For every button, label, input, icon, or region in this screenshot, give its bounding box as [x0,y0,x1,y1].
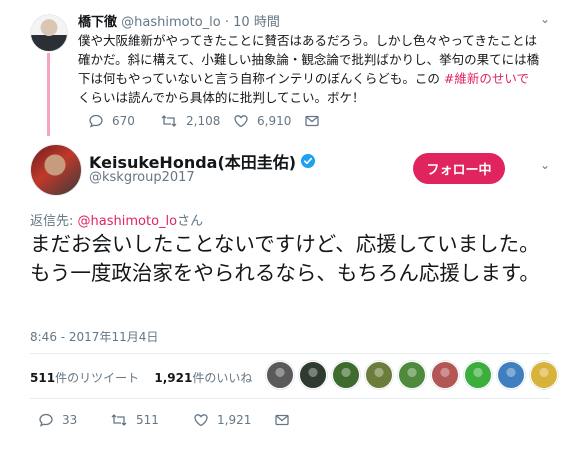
liker-avatar[interactable] [530,361,558,389]
reply-to-prefix: 返信先: [30,214,74,229]
reply-count: 670 [112,114,135,128]
hashtag-link[interactable]: #維新のせいで [444,71,529,86]
mention-link[interactable]: @hashimoto_lo [78,214,178,229]
liker-avatar[interactable] [266,361,294,389]
like-stat-label: 件のいいね [192,371,253,385]
message-action[interactable] [304,113,328,129]
liker-avatars [266,361,563,389]
like-count: 1,921 [217,413,252,427]
liker-avatar[interactable] [497,361,525,389]
heart-icon [194,414,208,427]
quoted-tweet-text: 僕や大阪維新がやってきたことに賛否はあるだろう。しかし色々やってきたことは確かだ… [78,31,548,107]
follow-button[interactable]: フォロー中 [413,153,505,184]
retweet-stat[interactable]: 511件のリツイート [30,371,139,385]
retweet-action[interactable]: 2,108 [160,113,220,129]
quoted-tweet-header: 橋下徹 @hashimoto_lo · 10 時間 [78,11,280,30]
verified-badge-icon [301,154,316,168]
liker-avatar[interactable] [332,361,360,389]
message-icon [305,115,319,127]
avatar[interactable] [30,144,82,196]
reply-icon [89,114,103,128]
separator-dot: · [224,15,230,30]
reply-to: 返信先: @hashimoto_loさん [30,210,203,229]
like-stat-count: 1,921 [154,371,193,385]
liker-avatar[interactable] [464,361,492,389]
tweet-text-end: くらいは読んでから具体的に批判してこい。ボケ！ [78,90,365,105]
like-count: 6,910 [257,114,292,128]
retweet-count: 511 [136,413,159,427]
reply-icon [39,413,53,427]
author-name[interactable]: 橋下徹 [78,15,117,30]
liker-avatar[interactable] [431,361,459,389]
retweet-stat-count: 511 [30,371,56,385]
tweet-time[interactable]: 10 時間 [233,15,280,30]
like-action[interactable]: 6,910 [233,113,291,129]
retweet-icon [111,414,127,426]
chevron-down-icon[interactable]: ⌄ [540,158,550,172]
like-stat[interactable]: 1,921件のいいね [154,371,252,385]
reply-action[interactable]: 33 [38,412,77,428]
heart-icon [234,115,248,128]
divider [30,398,550,399]
tweet-stats: 511件のリツイート 1,921件のいいね [30,369,252,386]
reply-count: 33 [62,413,78,427]
tweet-text: まだお会いしたことないですけど、応援していました。もう一度政治家をやられるなら、… [30,232,540,285]
liker-avatar[interactable] [299,361,327,389]
retweet-count: 2,108 [186,114,221,128]
divider [30,353,550,354]
author-handle[interactable]: @hashimoto_lo [121,15,221,30]
liker-avatar[interactable] [398,361,426,389]
author-handle[interactable]: @kskgroup2017 [89,170,195,185]
retweet-icon [161,115,177,127]
reply-action[interactable]: 670 [88,113,135,129]
retweet-stat-label: 件のリツイート [55,371,140,385]
timestamp[interactable]: 8:46 - 2017年11月4日 [30,328,158,345]
message-icon [275,414,289,426]
avatar[interactable] [30,14,68,52]
thread-line [47,53,50,136]
reply-to-suffix: さん [177,214,204,229]
chevron-down-icon[interactable]: ⌄ [540,12,550,26]
like-action[interactable]: 1,921 [193,412,251,428]
message-action[interactable] [274,412,298,428]
retweet-action[interactable]: 511 [110,412,159,428]
liker-avatar[interactable] [365,361,393,389]
